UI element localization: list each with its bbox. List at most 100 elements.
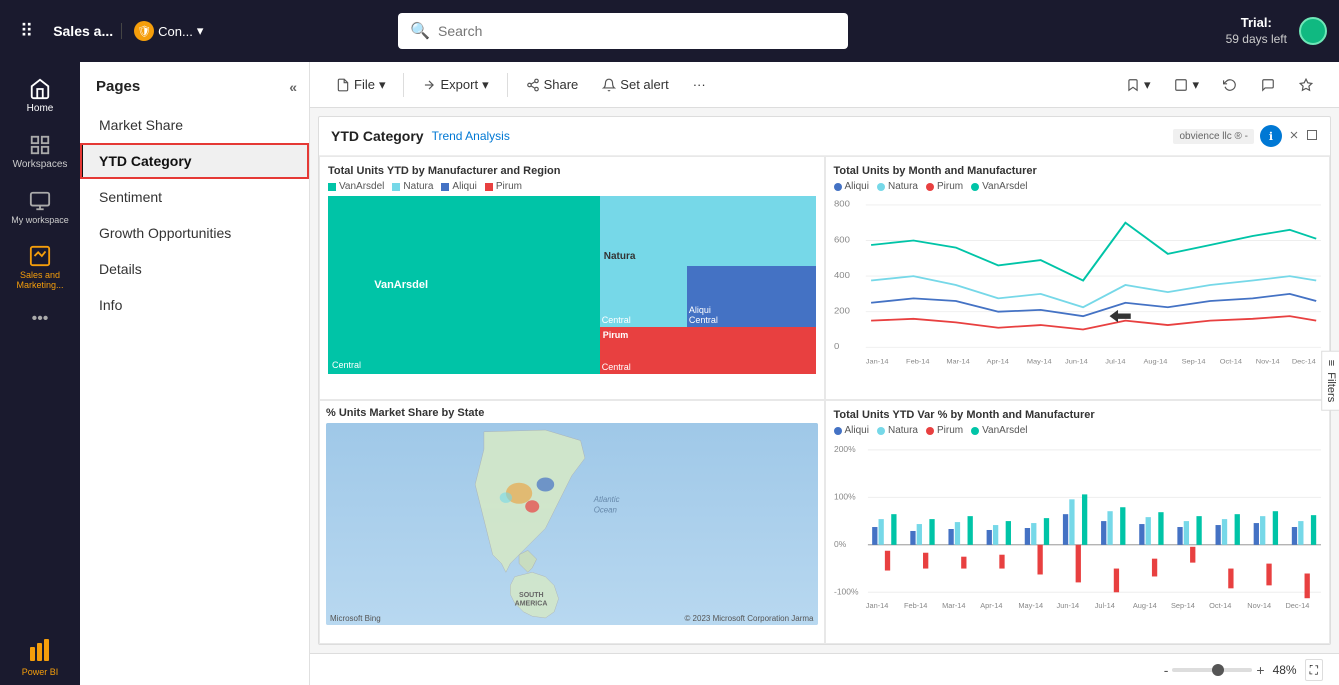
bookmark-chevron-icon: ▾ — [1144, 77, 1151, 93]
close-report-button[interactable] — [1288, 129, 1300, 144]
svg-text:Dec-14: Dec-14 — [1291, 359, 1315, 365]
lc-legend-natura: Natura — [877, 181, 918, 192]
bar-chart-legend: Aliqui Natura Pirum — [834, 425, 1322, 436]
sidebar-item-home[interactable]: Home — [4, 70, 76, 122]
page-item-sentiment[interactable]: Sentiment — [80, 179, 309, 215]
treemap-title: Total Units YTD by Manufacturer and Regi… — [328, 165, 816, 177]
apps-icon[interactable]: ⠿ — [12, 13, 41, 50]
legend-aliqui: Aliqui — [441, 181, 476, 192]
fit-page-button[interactable]: ⛶ — [1305, 659, 1323, 681]
search-icon: 🔍 — [410, 21, 430, 41]
org-selector[interactable]: 🛡 Con... ▾ — [134, 21, 203, 41]
export-button[interactable]: Export ▾ — [412, 73, 498, 97]
svg-text:Feb-14: Feb-14 — [906, 359, 930, 365]
line-chart-legend: Aliqui Natura Pirum — [834, 181, 1322, 192]
svg-text:Sep-14: Sep-14 — [1181, 359, 1205, 365]
map-ocean: Atlantic Ocean SOUTH AMERICA Microsoft B… — [326, 423, 818, 625]
page-item-market-share[interactable]: Market Share — [80, 107, 309, 143]
share-button[interactable]: Share — [516, 73, 589, 96]
legend-pirum: Pirum — [485, 181, 522, 192]
sidebar-item-sales[interactable]: Sales and Marketing... — [4, 237, 76, 298]
share-icon — [526, 78, 540, 92]
line-chart-visual: 800 600 400 200 0 — [834, 196, 1322, 374]
refresh-button[interactable] — [1213, 74, 1247, 96]
search-bar[interactable]: 🔍 — [398, 13, 848, 49]
lc-legend-aliqui: Aliqui — [834, 181, 869, 192]
sidebar-item-more[interactable]: ••• — [4, 302, 76, 336]
view-button[interactable]: ▾ — [1164, 73, 1209, 97]
zoom-slider-thumb[interactable] — [1212, 664, 1224, 676]
toolbar: File ▾ Export ▾ Share Set alert ··· — [310, 62, 1339, 108]
org-chevron-icon: ▾ — [197, 23, 204, 39]
svg-text:Apr-14: Apr-14 — [980, 602, 1002, 610]
map-panel[interactable]: % Units Market Share by State — [319, 400, 825, 644]
export-icon — [422, 78, 436, 92]
fit-icon: ⛶ — [1310, 663, 1318, 677]
sidebar-item-my-workspace[interactable]: My workspace — [4, 182, 76, 233]
more-options-button[interactable]: ··· — [683, 73, 716, 96]
home-icon — [29, 78, 51, 100]
svg-text:Dec-14: Dec-14 — [1285, 602, 1309, 610]
favorite-button[interactable] — [1289, 74, 1323, 96]
zoom-minus-button[interactable]: - — [1164, 662, 1169, 678]
report-subtitle: Trend Analysis — [432, 129, 510, 143]
sidebar-bottom: Power BI — [22, 637, 59, 685]
expand-button[interactable] — [1306, 129, 1318, 144]
svg-text:SOUTH: SOUTH — [519, 592, 544, 599]
bc-legend-pirum: Pirum — [926, 425, 963, 436]
zoom-control: - + 48% — [1164, 662, 1297, 678]
filters-icon: ≡ — [1325, 359, 1337, 365]
filters-tab[interactable]: ≡ Filters — [1321, 350, 1339, 410]
expand-icon — [1306, 129, 1318, 141]
pages-collapse-button[interactable]: « — [289, 79, 297, 95]
search-input[interactable] — [438, 23, 836, 39]
charts-grid: Total Units YTD by Manufacturer and Regi… — [319, 156, 1330, 644]
info-button[interactable]: ℹ — [1260, 125, 1282, 147]
org-label: Con... — [158, 24, 193, 39]
user-avatar[interactable] — [1299, 17, 1327, 45]
pages-panel: Pages « Market Share YTD Category Sentim… — [80, 62, 310, 685]
bar-chart-visual: 200% 100% 0% -100% — [834, 440, 1322, 618]
set-alert-button[interactable]: Set alert — [592, 73, 678, 96]
sidebar-item-workspaces[interactable]: Workspaces — [4, 126, 76, 178]
bc-legend-natura: Natura — [877, 425, 918, 436]
svg-text:Nov-14: Nov-14 — [1247, 602, 1271, 610]
trial-badge: Trial: 59 days left — [1226, 15, 1287, 47]
line-chart-title: Total Units by Month and Manufacturer — [834, 165, 1322, 177]
bar-chart-panel[interactable]: Total Units YTD Var % by Month and Manuf… — [825, 400, 1331, 644]
line-chart-panel[interactable]: Total Units by Month and Manufacturer Al… — [825, 156, 1331, 400]
close-icon — [1288, 129, 1300, 141]
refresh-icon — [1223, 78, 1237, 92]
svg-text:AMERICA: AMERICA — [515, 601, 548, 608]
legend-vanarsdel-color — [328, 183, 336, 191]
page-item-ytd-category[interactable]: YTD Category — [80, 143, 309, 179]
powerbi-button[interactable]: Power BI — [22, 637, 59, 677]
svg-text:Aug-14: Aug-14 — [1143, 359, 1167, 365]
org-icon: 🛡 — [134, 21, 154, 41]
report-container: YTD Category Trend Analysis obvience llc… — [318, 116, 1331, 645]
content-area: File ▾ Export ▾ Share Set alert ··· — [310, 62, 1339, 685]
page-item-details[interactable]: Details — [80, 251, 309, 287]
legend-natura-color — [392, 183, 400, 191]
svg-text:Atlantic: Atlantic — [593, 495, 620, 504]
bookmark-button[interactable]: ▾ — [1116, 73, 1161, 97]
page-item-growth-opportunities[interactable]: Growth Opportunities — [80, 215, 309, 251]
treemap-vanarsdel: Central — [328, 196, 600, 374]
legend-natura: Natura — [392, 181, 433, 192]
comment-button[interactable] — [1251, 74, 1285, 96]
legend-aliqui-color — [441, 183, 449, 191]
treemap-panel[interactable]: Total Units YTD by Manufacturer and Regi… — [319, 156, 825, 400]
home-label: Home — [27, 103, 54, 114]
main-layout: Home Workspaces My workspace Sales and M… — [0, 62, 1339, 685]
comment-icon — [1261, 78, 1275, 92]
view-icon — [1174, 78, 1188, 92]
zoom-plus-button[interactable]: + — [1256, 662, 1264, 678]
svg-text:400: 400 — [834, 271, 850, 280]
zoom-slider[interactable] — [1172, 668, 1252, 672]
treemap-pirum: Pirum Central — [600, 327, 816, 374]
page-item-info[interactable]: Info — [80, 287, 309, 323]
svg-text:Mar-14: Mar-14 — [946, 359, 970, 365]
file-button[interactable]: File ▾ — [326, 73, 395, 97]
map-title: % Units Market Share by State — [326, 407, 818, 419]
svg-text:May-14: May-14 — [1026, 359, 1051, 365]
